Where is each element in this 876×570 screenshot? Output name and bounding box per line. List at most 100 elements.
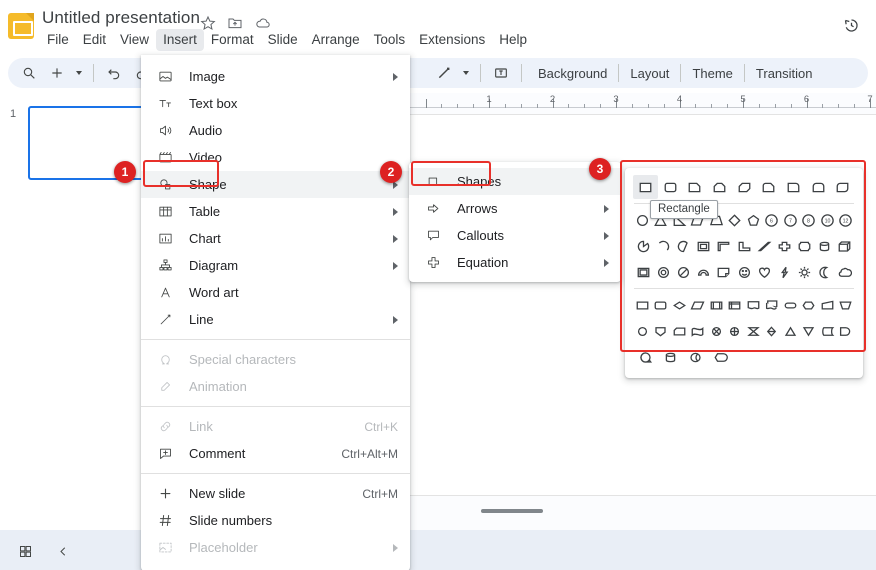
line-tool-icon[interactable] [431,60,457,86]
insert-menu-item-comment[interactable]: Comment Ctrl+Alt+M [141,440,410,467]
shape-dodecagon-icon[interactable]: 12 [837,208,856,232]
shape-plaque-icon[interactable] [795,234,815,258]
menu-view[interactable]: View [113,29,156,51]
shape-flowchart-connector-icon[interactable] [633,319,652,343]
shape-l-shape-icon[interactable] [734,234,754,258]
shape-flowchart-preparation-icon[interactable] [800,293,819,317]
shape-flowchart-direct-access-storage-icon[interactable] [683,345,708,369]
shape-snip-single-corner-rectangle-icon[interactable] [682,175,707,199]
shape-smiley-face-icon[interactable] [734,260,754,284]
search-icon[interactable] [16,60,42,86]
shape-lightning-bolt-icon[interactable] [774,260,794,284]
shape-round-diagonal-corner-rectangle-icon[interactable] [830,175,855,199]
menu-format[interactable]: Format [204,29,261,51]
shape-flowchart-card-icon[interactable] [670,319,689,343]
shape-submenu-item-equation[interactable]: Equation [409,249,621,276]
shape-moon-icon[interactable] [815,260,835,284]
shape-flowchart-sort-icon[interactable] [763,319,782,343]
slide-thumbnail-1[interactable] [28,106,156,180]
shape-frame-icon[interactable] [694,234,714,258]
shape-flowchart-punched-tape-icon[interactable] [689,319,708,343]
shape-flowchart-collate-icon[interactable] [744,319,763,343]
notes-resize-handle[interactable] [480,509,543,513]
shape-half-frame-icon[interactable] [714,234,734,258]
shape-folded-corner-icon[interactable] [714,260,734,284]
shape-round-single-corner-rectangle-icon[interactable] [781,175,806,199]
shape-flowchart-predefined-process-icon[interactable] [707,293,726,317]
insert-menu-item-slide-numbers[interactable]: Slide numbers [141,507,410,534]
undo-icon[interactable] [101,60,127,86]
shape-diamond-icon[interactable] [726,208,745,232]
shape-flowchart-delay-icon[interactable] [837,319,856,343]
shape-cloud-icon[interactable] [835,260,855,284]
shape-flowchart-document-icon[interactable] [744,293,763,317]
insert-menu-item-audio[interactable]: Audio [141,117,410,144]
insert-menu-item-shape[interactable]: Shape [141,171,410,198]
shape-flowchart-manual-input-icon[interactable] [818,293,837,317]
insert-menu-item-video[interactable]: Video [141,144,410,171]
shape-octagon-icon[interactable]: 8 [800,208,819,232]
shape-flowchart-or-icon[interactable] [726,319,745,343]
shape-block-arc-icon[interactable] [694,260,714,284]
shape-heart-icon[interactable] [754,260,774,284]
shape-flowchart-stored-data-icon[interactable] [818,319,837,343]
insert-menu-item-word-art[interactable]: Word art [141,279,410,306]
layout-button[interactable]: Layout [621,62,678,85]
shape-snip-and-round-single-corner-rectangle-icon[interactable] [756,175,781,199]
shape-pie-icon[interactable] [633,234,653,258]
menu-edit[interactable]: Edit [76,29,113,51]
shape-flowchart-terminator-icon[interactable] [781,293,800,317]
shape-flowchart-data-icon[interactable] [689,293,708,317]
menu-extensions[interactable]: Extensions [412,29,492,51]
menu-file[interactable]: File [40,29,76,51]
shape-donut-icon[interactable] [653,260,673,284]
shape-sun-icon[interactable] [795,260,815,284]
shape-snip-same-side-corner-rectangle-icon[interactable] [707,175,732,199]
shape-flowchart-magnetic-disk-icon[interactable] [658,345,683,369]
shape-flowchart-sequential-access-storage-icon[interactable] [633,345,658,369]
insert-menu-item-table[interactable]: Table [141,198,410,225]
shape-submenu-item-callouts[interactable]: Callouts [409,222,621,249]
shape-cube-icon[interactable] [835,234,855,258]
new-slide-chevron-down-icon[interactable] [72,60,86,86]
shape-chord-icon[interactable] [653,234,673,258]
insert-menu-item-line[interactable]: Line [141,306,410,333]
shape-flowchart-merge-icon[interactable] [800,319,819,343]
shape-flowchart-manual-operation-icon[interactable] [837,293,856,317]
shape-pentagon-icon[interactable] [744,208,763,232]
insert-menu-item-text-box[interactable]: Text box [141,90,410,117]
shape-flowchart-process-icon[interactable] [633,293,652,317]
insert-menu-item-diagram[interactable]: Diagram [141,252,410,279]
shape-round-same-side-corner-rectangle-icon[interactable] [806,175,831,199]
shape-flowchart-internal-storage-icon[interactable] [726,293,745,317]
shape-cross-icon[interactable] [774,234,794,258]
version-history-icon[interactable] [836,10,866,40]
shape-heptagon-icon[interactable]: 7 [781,208,800,232]
new-slide-button[interactable] [44,60,70,86]
document-title[interactable]: Untitled presentation [42,8,200,28]
collapse-filmstrip-icon[interactable] [50,538,76,564]
insert-menu-item-image[interactable]: Image [141,63,410,90]
menu-help[interactable]: Help [492,29,534,51]
shape-snip-diagonal-corner-rectangle-icon[interactable] [732,175,757,199]
menu-slide[interactable]: Slide [261,29,305,51]
theme-button[interactable]: Theme [683,62,741,85]
shape-teardrop-icon[interactable] [673,234,693,258]
menu-insert[interactable]: Insert [156,29,204,51]
shape-rectangle-icon[interactable] [633,175,658,199]
background-button[interactable]: Background [529,62,616,85]
grid-view-icon[interactable] [12,538,38,564]
shape-flowchart-alternate-process-icon[interactable] [652,293,671,317]
insert-menu-item-new-slide[interactable]: New slide Ctrl+M [141,480,410,507]
insert-menu-item-chart[interactable]: Chart [141,225,410,252]
shape-can-icon[interactable] [815,234,835,258]
shape-flowchart-off-page-connector-icon[interactable] [652,319,671,343]
shape-bevel-icon[interactable] [633,260,653,284]
shape-flowchart-summing-junction-icon[interactable] [707,319,726,343]
menu-arrange[interactable]: Arrange [305,29,367,51]
transition-button[interactable]: Transition [747,62,822,85]
shape-ellipse-icon[interactable] [633,208,652,232]
menu-tools[interactable]: Tools [367,29,413,51]
shape-flowchart-display-icon[interactable] [708,345,733,369]
shape-rounded-rectangle-icon[interactable] [658,175,683,199]
